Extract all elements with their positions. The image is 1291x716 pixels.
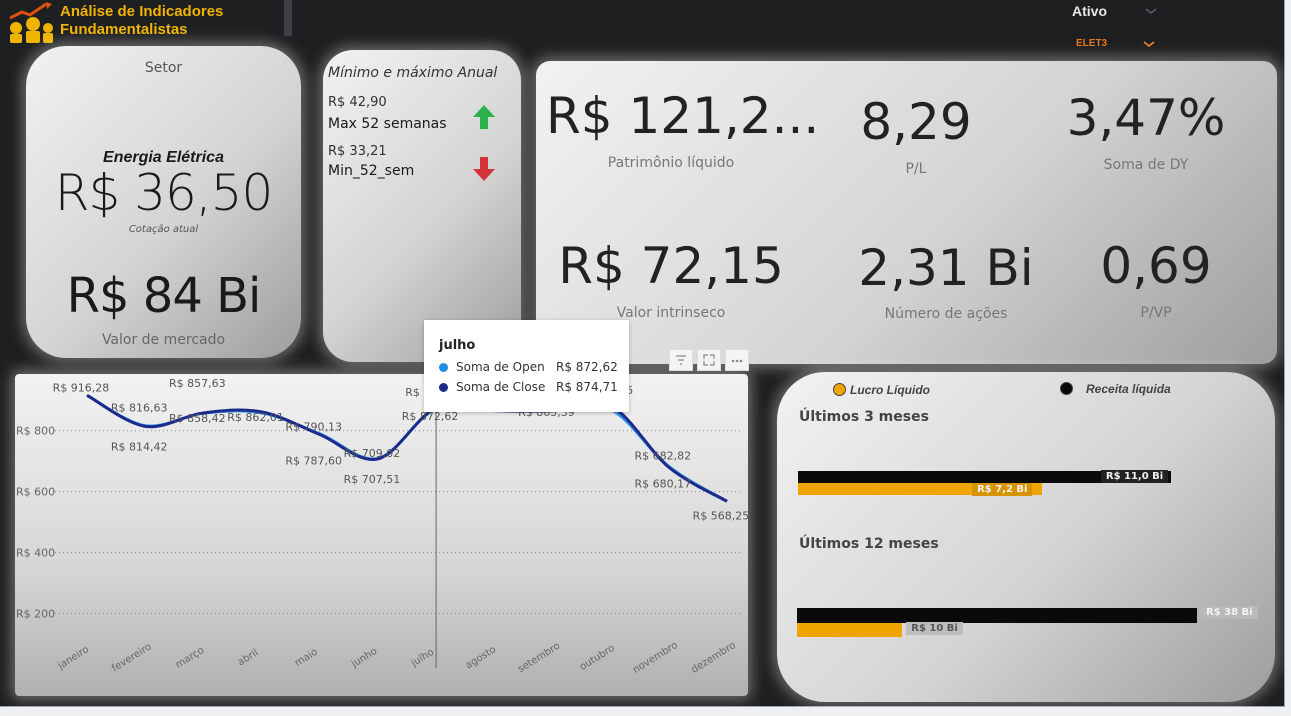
y-tick-label: R$ 200 xyxy=(16,608,55,621)
market-value-caption: Valor de mercado xyxy=(101,332,226,348)
dy-value: 3,47% xyxy=(1066,89,1226,147)
more-options-icon[interactable] xyxy=(725,349,749,371)
bar-group-title: Últimos 3 meses xyxy=(799,409,929,425)
bar-group-title: Últimos 12 meses xyxy=(799,536,939,552)
data-label: R$ 787,60 xyxy=(285,455,342,468)
data-label: R$ 814,42 xyxy=(111,440,168,453)
equity-value: R$ 121,2... xyxy=(546,87,820,145)
legend-profit-dot xyxy=(833,383,846,396)
title-divider xyxy=(284,0,292,36)
pl-label: P/L xyxy=(905,161,927,177)
arrow-up-icon xyxy=(473,105,495,129)
current-price: R$ 36,50 xyxy=(54,164,274,222)
equity-label: Patrimônio líquido xyxy=(607,155,735,171)
data-label: R$ 568,25 xyxy=(693,509,748,522)
min-label: Min_52_sem xyxy=(328,163,415,179)
app-title-line1: Análise de Indicadores xyxy=(60,3,224,20)
data-label: R$ 816,63 xyxy=(111,401,168,414)
x-tick-label: março xyxy=(174,645,206,671)
data-label: R$ 916,28 xyxy=(53,381,110,394)
data-label: R$ 790,13 xyxy=(285,421,342,434)
x-tick-label: agosto xyxy=(464,644,499,671)
x-tick-label: fevereiro xyxy=(110,641,154,674)
min-max-card: Mínimo e máximo Anual R$ 42,90 Max 52 se… xyxy=(323,50,521,362)
shares-label: Número de ações xyxy=(884,306,1008,322)
x-tick-label: julho xyxy=(409,647,436,670)
data-label: R$ 858,42 xyxy=(169,412,226,425)
x-tick-label: outubro xyxy=(578,643,617,673)
price-line-chart[interactable]: R$ 200 R$ 400 R$ 600 R$ 800 janeiro fevereiro… xyxy=(15,374,748,696)
data-label: R$ 862,01 xyxy=(227,411,284,424)
revenue-bar-label: R$ 11,0 Bi xyxy=(1100,470,1169,483)
chevron-down-icon[interactable] xyxy=(1144,6,1158,16)
data-label: R$ 857,63 xyxy=(169,377,226,390)
tooltip-series-value: R$ 874,71 xyxy=(556,380,618,394)
data-label: R$ 680,17 xyxy=(634,477,691,490)
asset-slicer-label: Ativo xyxy=(1072,3,1107,19)
tooltip-title: julho xyxy=(439,338,476,353)
current-price-caption: Cotação atual xyxy=(128,224,199,235)
data-label: R$ 682,82 xyxy=(634,449,691,462)
kpi-card: R$ 121,2... Patrimônio líquido 8,29 P/L … xyxy=(536,61,1277,364)
tooltip-series-dot xyxy=(439,383,448,392)
filter-icon[interactable] xyxy=(669,349,693,371)
tooltip-series-dot xyxy=(439,363,448,372)
sector-title: Setor xyxy=(144,60,183,76)
profit-bar-label: R$ 10 Bi xyxy=(906,622,963,635)
intrinsic-label: Valor intrinseco xyxy=(616,305,726,321)
x-tick-label: junho xyxy=(349,646,379,671)
chevron-down-icon[interactable] xyxy=(1142,39,1156,49)
data-label: R$ 709,02 xyxy=(344,447,401,460)
pvp-value: 0,69 xyxy=(1100,237,1212,295)
pl-value: 8,29 xyxy=(860,93,972,151)
legend-revenue-label: Receita líquida xyxy=(1086,382,1171,396)
tooltip-series-value: R$ 872,62 xyxy=(556,360,618,374)
app-title-line2: Fundamentalistas xyxy=(60,21,188,38)
tooltip-series-name: Soma de Close xyxy=(456,380,546,394)
revenue-bar[interactable] xyxy=(797,608,1197,623)
min-value: R$ 33,21 xyxy=(328,144,387,159)
legend-profit-label: Lucro Líquido xyxy=(850,383,930,397)
x-tick-label: abril xyxy=(236,647,261,668)
x-tick-label: dezembro xyxy=(690,640,738,676)
shares-value: 2,31 Bi xyxy=(858,239,1034,297)
y-tick-label: R$ 800 xyxy=(16,425,55,438)
revenue-profit-card: Lucro Líquido Receita líquida Últimos 3 … xyxy=(777,372,1275,702)
market-value: R$ 84 Bi xyxy=(66,268,262,324)
x-tick-label: janeiro xyxy=(55,644,91,672)
focus-mode-icon[interactable] xyxy=(697,349,721,371)
pvp-label: P/VP xyxy=(1140,305,1172,321)
y-tick-label: R$ 600 xyxy=(16,486,55,499)
legend-revenue-dot xyxy=(1060,382,1073,395)
logo-icon xyxy=(9,2,53,43)
dy-label: Soma de DY xyxy=(1103,157,1189,173)
line-chart-svg: R$ 200 R$ 400 R$ 600 R$ 800 janeiro fevereiro… xyxy=(16,377,748,676)
x-tick-label: novembro xyxy=(631,640,680,676)
data-label: R$ 707,51 xyxy=(344,473,401,486)
intrinsic-value: R$ 72,15 xyxy=(558,237,784,295)
max-value: R$ 42,90 xyxy=(328,95,387,110)
app-title: Análise de Indicadores Fundamentalistas xyxy=(60,3,280,39)
profit-bar-label: R$ 7,2 Bi xyxy=(972,483,1033,496)
report-canvas: Análise de Indicadores Fundamentalistas … xyxy=(0,0,1285,707)
min-max-title: Mínimo e máximo Anual xyxy=(328,65,498,81)
max-label: Max 52 semanas xyxy=(328,116,447,132)
profit-bar[interactable] xyxy=(797,623,903,637)
asset-slicer-value[interactable]: ELET3 xyxy=(1076,38,1107,49)
x-tick-label: maio xyxy=(293,647,320,669)
arrow-down-icon xyxy=(473,157,495,181)
tooltip-series-name: Soma de Open xyxy=(456,360,545,374)
y-tick-label: R$ 400 xyxy=(16,547,55,560)
chart-tooltip: julho Soma de Open R$ 872,62 Soma de Clo… xyxy=(424,320,629,412)
x-tick-label: setembro xyxy=(516,641,562,676)
sector-card: Setor Energia Elétrica R$ 36,50 Cotação … xyxy=(26,46,301,358)
revenue-bar-label: R$ 38 Bi xyxy=(1201,606,1258,619)
